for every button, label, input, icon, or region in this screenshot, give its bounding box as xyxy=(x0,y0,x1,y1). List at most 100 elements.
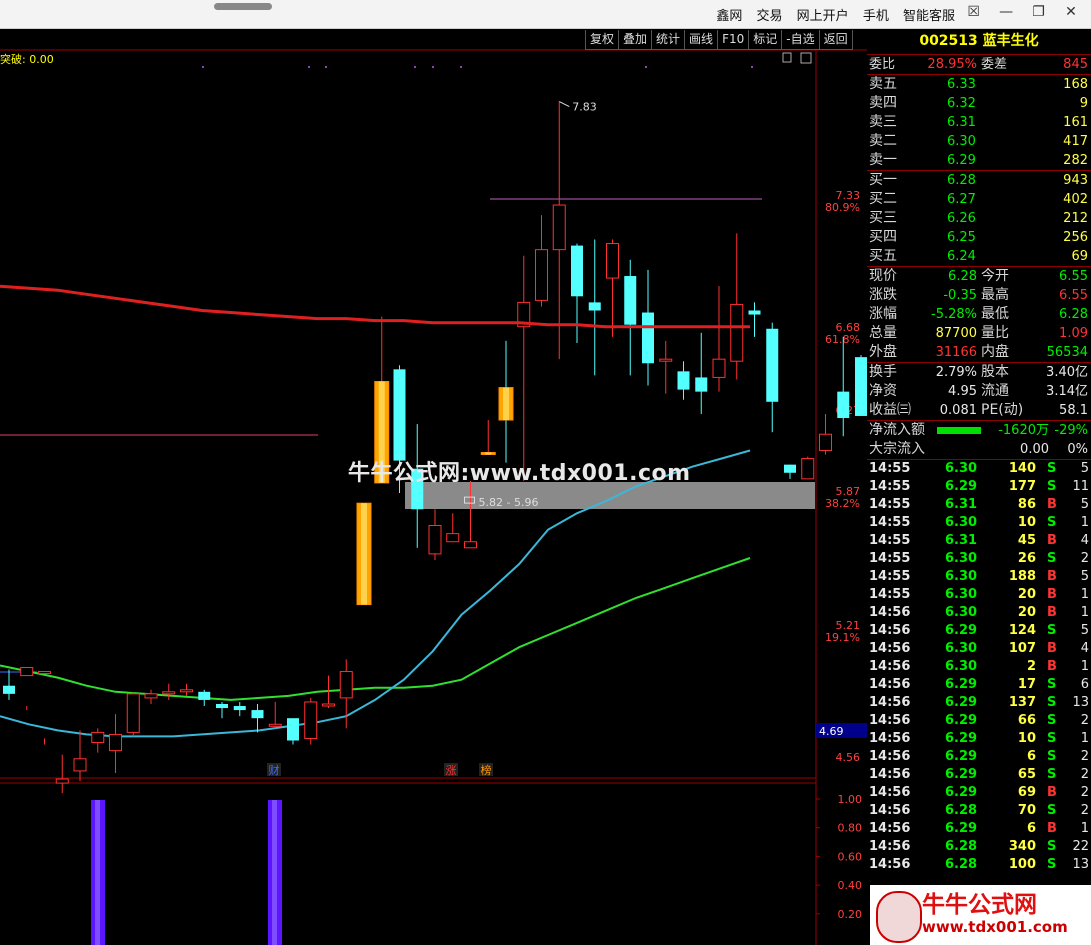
limit-up-highlight xyxy=(503,387,509,421)
indicator-label: 突破: 0.00 xyxy=(0,53,54,66)
tick-row: 14:55 6.31 86 B 5 xyxy=(867,496,1091,514)
flow-pct: -29% xyxy=(1054,423,1088,438)
candle-body xyxy=(677,371,690,390)
volume-axis-label: 0.40 xyxy=(838,879,863,892)
candle-body xyxy=(801,458,815,480)
tick-time: 14:55 xyxy=(869,497,911,512)
tick-side: S xyxy=(1047,695,1057,710)
quote-panel: 002513 蓝丰生化 委比 28.95% 委差 845 卖五 6.33 168 卖四… xyxy=(867,28,1091,945)
candle-body xyxy=(695,377,708,392)
candle-body xyxy=(535,249,548,301)
fund-label: 换手 xyxy=(869,364,897,380)
tick-row: 14:55 6.30 10 S 1 xyxy=(867,514,1091,532)
tick-time: 14:56 xyxy=(869,785,911,800)
tick-count: 22 xyxy=(1072,839,1089,854)
tick-volume: 45 xyxy=(1017,533,1036,548)
tick-count: 11 xyxy=(1072,479,1089,494)
tick-volume: 26 xyxy=(1017,551,1036,566)
flow-value: -1620万 xyxy=(998,423,1049,438)
tick-count: 1 xyxy=(1080,731,1089,746)
level-price: 6.28 xyxy=(947,173,976,188)
tick-side: S xyxy=(1047,803,1057,818)
panel-toggle-icon xyxy=(800,52,812,64)
toolbar-overlay-button[interactable]: 叠加 xyxy=(618,30,653,50)
toolbar-draw-button[interactable]: 画线 xyxy=(684,30,719,50)
buy-level-row: 买三 6.26 212 xyxy=(867,209,1091,228)
pct-axis-label: 80.9% xyxy=(825,201,860,214)
tick-price: 6.29 xyxy=(945,731,978,746)
tick-price: 6.30 xyxy=(945,461,978,476)
tick-volume: 17 xyxy=(1017,677,1036,692)
level-volume: 282 xyxy=(1063,153,1088,168)
tick-volume: 2 xyxy=(1026,659,1036,674)
tick-row: 14:56 6.28 100 S 13 xyxy=(867,856,1091,874)
tick-count: 2 xyxy=(1080,803,1089,818)
candle-body xyxy=(855,357,867,416)
close-icon[interactable]: ✕ xyxy=(1057,4,1085,20)
level-volume: 256 xyxy=(1063,230,1088,245)
candle-body xyxy=(464,541,477,549)
tick-price: 6.30 xyxy=(945,587,978,602)
tick-side: S xyxy=(1047,515,1057,530)
quote-label: 量比 xyxy=(981,325,1009,341)
menu-item[interactable]: 网上开户 xyxy=(797,9,849,24)
fundamental-stats: 换手 2.79% 股本 3.40亿 净资 4.95 流通 3.14亿 收益㈢ 0.081 PE(动)… xyxy=(867,363,1091,421)
restore-icon[interactable]: ❐ xyxy=(1025,4,1053,20)
toolbar-stats-button[interactable]: 统计 xyxy=(651,30,686,50)
fund-value: 58.1 xyxy=(1059,403,1088,418)
tick-row: 14:56 6.29 137 S 13 xyxy=(867,694,1091,712)
candle-body xyxy=(748,310,761,315)
tick-row: 14:56 6.30 20 B 1 xyxy=(867,604,1091,622)
signal-dot xyxy=(308,66,310,68)
toolbar-back-button[interactable]: 返回 xyxy=(818,30,853,50)
tick-time: 14:56 xyxy=(869,749,911,764)
level-volume: 943 xyxy=(1063,173,1088,188)
quote-row: 涨幅 -5.28% 最低 6.28 xyxy=(867,305,1091,324)
tick-time: 14:56 xyxy=(869,659,911,674)
level-price: 6.31 xyxy=(947,115,976,130)
flow-row: 净流入额 -1620万 -29% xyxy=(867,421,1091,440)
candle-body xyxy=(606,243,619,279)
quote-value: 6.55 xyxy=(1059,288,1088,303)
menu-item[interactable]: 交易 xyxy=(757,9,783,24)
tick-price: 6.31 xyxy=(945,533,978,548)
level-volume: 417 xyxy=(1063,134,1088,149)
toolbar-fuquan-button[interactable]: 复权 xyxy=(585,30,620,50)
watermark-text: 牛牛公式网:www.tdx001.com xyxy=(348,461,691,486)
tick-volume: 10 xyxy=(1017,731,1036,746)
level-price: 6.30 xyxy=(947,134,976,149)
tick-row: 14:56 6.29 69 B 2 xyxy=(867,784,1091,802)
scroll-grip[interactable] xyxy=(214,3,272,10)
menu-item[interactable]: 手机 xyxy=(863,9,889,24)
tick-row: 14:56 6.29 6 S 2 xyxy=(867,748,1091,766)
toolbar-mark-button[interactable]: 标记 xyxy=(748,30,783,50)
tick-row: 14:55 6.30 140 S 5 xyxy=(867,460,1091,478)
quote-row: 现价 6.28 今开 6.55 xyxy=(867,267,1091,286)
toolbar-watchlist-button[interactable]: -自选 xyxy=(781,30,820,50)
stock-name: 蓝丰生化 xyxy=(982,33,1039,49)
tick-side: B xyxy=(1047,569,1057,584)
window-controls: ☒ — ❐ ✕ xyxy=(960,4,1085,20)
tick-volume: 107 xyxy=(1008,641,1036,656)
tick-row: 14:55 6.31 45 B 4 xyxy=(867,532,1091,550)
tick-price: 6.28 xyxy=(945,839,978,854)
tick-time: 14:55 xyxy=(869,533,911,548)
toolbar-f10-button[interactable]: F10 xyxy=(717,30,750,50)
menu-item[interactable]: 智能客服 xyxy=(903,9,955,24)
menu-item[interactable]: 鑫网 xyxy=(716,9,742,24)
tick-count: 1 xyxy=(1080,587,1089,602)
level-price: 6.25 xyxy=(947,230,976,245)
shirt-icon[interactable]: ☒ xyxy=(960,4,988,20)
minimize-icon[interactable]: — xyxy=(992,4,1020,20)
stock-header: 002513 蓝丰生化 xyxy=(867,28,1091,55)
tick-price: 6.28 xyxy=(945,803,978,818)
money-flow: 净流入额 -1620万 -29% 大宗流入 0.00 0% xyxy=(867,421,1091,460)
tick-count: 1 xyxy=(1080,821,1089,836)
quote-label: 最高 xyxy=(981,287,1009,303)
chart-toolbar: 复权 叠加 统计 画线 F10 标记 -自选 返回 xyxy=(585,28,853,50)
fund-label: 净资 xyxy=(869,383,897,399)
candle-body xyxy=(588,302,601,311)
tick-list[interactable]: 14:55 6.30 140 S 5 14:55 6.29 177 S 11 14:55 6.31 86… xyxy=(867,460,1091,874)
tick-price: 6.29 xyxy=(945,623,978,638)
tick-count: 5 xyxy=(1080,623,1089,638)
